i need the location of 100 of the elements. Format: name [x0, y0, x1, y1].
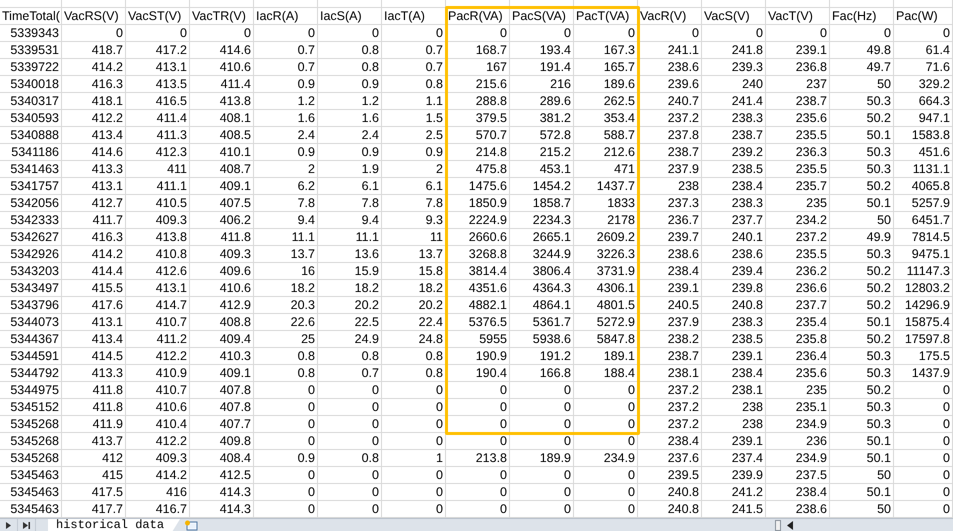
column-header: IacS(A) [318, 8, 382, 25]
table-cell: 238.4 [766, 484, 830, 501]
table-cell: 235.7 [766, 178, 830, 195]
table-cell: 239.1 [638, 280, 702, 297]
table-cell: 234.9 [574, 450, 638, 467]
table-cell: 0 [510, 433, 574, 450]
table-cell: 4864.1 [510, 297, 574, 314]
table-cell: 240.8 [702, 297, 766, 314]
table-cell: 413.4 [62, 331, 126, 348]
table-cell: 0.7 [382, 59, 446, 76]
table-cell: 1 [382, 450, 446, 467]
table-cell: 9.4 [318, 212, 382, 229]
table-cell: 241.2 [702, 484, 766, 501]
table-cell: 412 [62, 450, 126, 467]
table-cell: 6.1 [382, 178, 446, 195]
table-cell: 235.1 [766, 399, 830, 416]
table-cell: 49.8 [830, 42, 894, 59]
table-cell: 237.6 [638, 450, 702, 467]
table-cell: 0 [318, 399, 382, 416]
table-cell: 289.6 [510, 93, 574, 110]
table-cell: 13.6 [318, 246, 382, 263]
table-cell: 240 [702, 76, 766, 93]
table-cell: 5343497 [0, 280, 62, 297]
table-cell: 2.5 [382, 127, 446, 144]
table-cell: 0 [62, 25, 126, 42]
table-cell: 239.2 [702, 144, 766, 161]
table-cell: 413.8 [190, 93, 254, 110]
table-cell: 15.8 [382, 263, 446, 280]
table-cell: 3226.3 [574, 246, 638, 263]
table-cell: 1.6 [254, 110, 318, 127]
table-cell: 409.3 [126, 450, 190, 467]
table-cell: 9.3 [382, 212, 446, 229]
table-cell: 411.4 [190, 76, 254, 93]
table-cell: 213.8 [446, 450, 510, 467]
table-cell: 570.7 [446, 127, 510, 144]
table-cell: 0.8 [318, 450, 382, 467]
table-cell: 451.6 [894, 144, 953, 161]
table-cell: 0 [446, 467, 510, 484]
table-cell: 1437.7 [574, 178, 638, 195]
table-cell: 412.7 [62, 195, 126, 212]
table-cell: 234.2 [766, 212, 830, 229]
table-cell: 50.1 [830, 314, 894, 331]
table-cell: 2.4 [318, 127, 382, 144]
table-cell: 238.2 [638, 331, 702, 348]
table-cell: 414.2 [126, 467, 190, 484]
table-cell: 0 [894, 25, 953, 42]
scroll-left-icon[interactable] [787, 520, 793, 530]
table-cell: 0 [510, 399, 574, 416]
sheet-tab[interactable]: historical data [48, 519, 180, 531]
table-cell: 1858.7 [510, 195, 574, 212]
table-cell: 50.1 [830, 195, 894, 212]
table-cell: 2609.2 [574, 229, 638, 246]
table-cell: 0 [766, 25, 830, 42]
table-cell: 410.9 [126, 365, 190, 382]
table-cell: 406.2 [190, 212, 254, 229]
table-cell: 0.9 [254, 76, 318, 93]
table-cell: 235.6 [766, 110, 830, 127]
table-cell: 411.4 [126, 110, 190, 127]
table-cell: 408.4 [190, 450, 254, 467]
column-header: Fac(Hz) [830, 8, 894, 25]
table-cell: 0 [446, 433, 510, 450]
table-cell: 188.4 [574, 365, 638, 382]
table-cell: 20.2 [382, 297, 446, 314]
table-cell: 413.3 [62, 161, 126, 178]
table-cell: 190.4 [446, 365, 510, 382]
table-cell: 4882.1 [446, 297, 510, 314]
table-cell: 50.3 [830, 365, 894, 382]
table-cell: 4364.3 [510, 280, 574, 297]
table-cell: 7.8 [318, 195, 382, 212]
table-cell: 238.6 [638, 246, 702, 263]
table-cell: 238.6 [702, 246, 766, 263]
table-cell: 9.4 [254, 212, 318, 229]
table-cell: 5341463 [0, 161, 62, 178]
table-cell: 236.6 [766, 280, 830, 297]
table-cell: 411.8 [190, 229, 254, 246]
table-cell: 239.1 [766, 42, 830, 59]
table-cell: 413.1 [62, 314, 126, 331]
column-header: VacRS(V) [62, 8, 126, 25]
table-cell: 0 [446, 399, 510, 416]
table-cell: 411.3 [126, 127, 190, 144]
column-header: IacT(A) [382, 8, 446, 25]
table-cell: 5343796 [0, 297, 62, 314]
table-cell: 412.6 [126, 263, 190, 280]
table-cell: 5345268 [0, 416, 62, 433]
table-cell: 1.6 [318, 110, 382, 127]
table-cell: 3731.9 [574, 263, 638, 280]
table-cell: 0 [318, 433, 382, 450]
table-cell: 0 [510, 484, 574, 501]
table-cell: 24.8 [382, 331, 446, 348]
table-cell: 0 [190, 25, 254, 42]
table-cell: 22.5 [318, 314, 382, 331]
table-cell: 5345152 [0, 399, 62, 416]
table-cell: 239.5 [638, 467, 702, 484]
table-cell: 5376.5 [446, 314, 510, 331]
table-cell: 410.8 [126, 246, 190, 263]
table-cell: 20.3 [254, 297, 318, 314]
table-cell: 239.9 [702, 467, 766, 484]
scroll-thumb[interactable] [775, 520, 781, 530]
table-cell: 166.8 [510, 365, 574, 382]
table-cell: 475.8 [446, 161, 510, 178]
